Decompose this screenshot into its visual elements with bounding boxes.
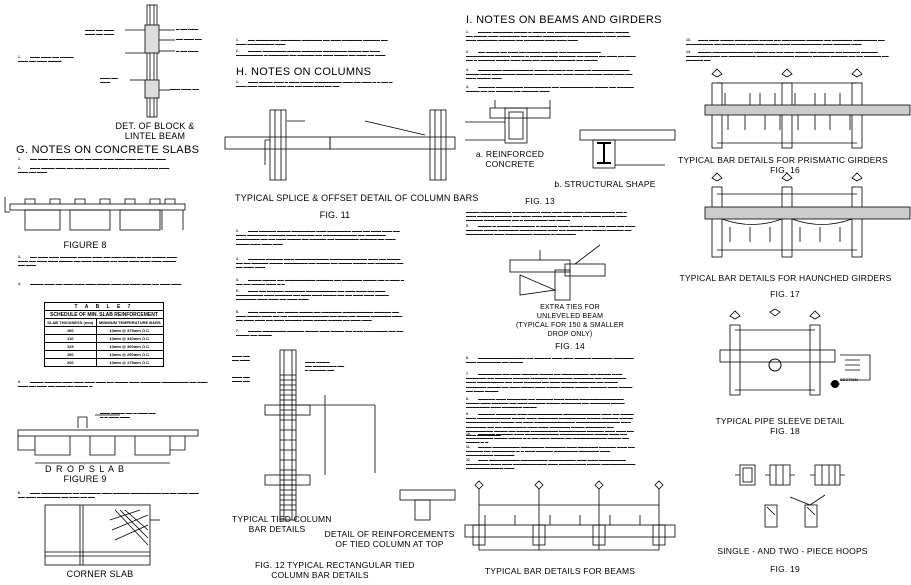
note-number: 9.: [466, 412, 469, 416]
drop-slab-drawing: [17, 414, 199, 464]
fig13a-caption-line1: a. REINFORCED: [475, 149, 545, 159]
beams-bar-detail-drawing: [464, 480, 676, 551]
note-number: 1.: [18, 55, 21, 59]
note-number: 5.: [18, 380, 21, 384]
table-cell: 150: [44, 350, 97, 359]
table-row: 110 10mm @ 340mm O.C.: [44, 334, 165, 343]
corner-slab-drawing: [44, 504, 160, 566]
section-i-heading: I. NOTES ON BEAMS AND GIRDERS: [466, 14, 662, 26]
table-row: 200 10mm @ 175mm O.C.: [44, 358, 165, 367]
table-subtitle: SCHEDULE OF MIN. SLAB REINFORCEMENT: [44, 310, 164, 319]
table-row: 125 10mm @ 300mm O.C.: [44, 342, 165, 351]
note-number: 4.: [236, 278, 239, 282]
note-number: 7.: [466, 372, 469, 376]
table-cell: 110: [44, 334, 97, 343]
fig14-caption-line1: EXTRA TIES FOR: [540, 304, 600, 311]
fig16-prismatic-girder-drawing: [704, 68, 911, 149]
tied-top-caption-line2: OF TIED COLUMN AT TOP: [335, 539, 444, 549]
fig14-extra-ties-drawing: [509, 244, 606, 301]
fig19-label: FIG. 19: [770, 564, 800, 574]
fig14-caption-line4: DROP ONLY): [547, 331, 593, 338]
note-number: 8.: [466, 397, 469, 401]
table-cell: 10mm @ 175mm O.C.: [95, 358, 165, 367]
table-row: 150 10mm @ 250mm O.C.: [44, 350, 165, 359]
fig16-caption: TYPICAL BAR DETAILS FOR PRISMATIC GIRDER…: [678, 155, 888, 165]
note-number: 1.: [236, 80, 239, 84]
fig13a-reinforced-concrete-drawing: [465, 100, 551, 144]
fig11-splice-drawing: [224, 109, 456, 181]
table-7: T A B L E 7 SCHEDULE OF MIN. SLAB REINFO…: [44, 302, 165, 367]
table-cell: 125: [44, 342, 97, 351]
note-number: 1.: [18, 157, 21, 161]
fig13b-structural-shape-drawing: [579, 129, 676, 169]
table-cell: 100: [44, 326, 97, 335]
table-title: T A B L E 7: [44, 302, 164, 311]
table-row: 100 10mm @ 375mm O.C.: [44, 326, 165, 335]
note-number: 7.: [236, 329, 239, 333]
note-number: 3.: [466, 68, 469, 72]
note-number: 6.: [18, 491, 21, 495]
table-cell: 200: [44, 358, 97, 367]
table-cell: 10mm @ 300mm O.C.: [95, 342, 165, 351]
fig14-caption-line3: (TYPICAL FOR 150 & SMALLER: [515, 322, 625, 329]
note-number: 13.: [686, 38, 691, 42]
block-lintel-caption-line1: DET. OF BLOCK &: [115, 121, 195, 131]
note-number: 4.: [466, 85, 469, 89]
fig19-hoops-drawing: [735, 464, 845, 528]
note-number: 14.: [686, 50, 691, 54]
fig17-haunched-girder-drawing: [704, 172, 911, 258]
note-number: 12.: [466, 458, 471, 462]
note-number: 4.: [18, 282, 21, 286]
fig14-caption-line2: UNLEVELED BEAM: [536, 313, 604, 320]
fig12-caption-line1: FIG. 12 TYPICAL RECTANGULAR TIED: [255, 560, 415, 570]
tied-column-caption-line2: BAR DETAILS: [248, 524, 306, 534]
figure9-caption: FIGURE 9: [63, 474, 107, 484]
note-number: 11.: [466, 445, 471, 449]
note-number: 1.: [466, 30, 469, 34]
tied-top-caption-line1: DETAIL OF REINFORCEMENTS: [324, 529, 455, 539]
fig13a-caption-line2: CONCRETE: [485, 159, 535, 169]
tied-column-caption-line1: TYPICAL TIED COLUMN: [232, 514, 332, 524]
drop-slab-caption: D R O P S L A B: [44, 464, 126, 474]
note-number: 10.: [466, 432, 471, 436]
fig13b-caption: b. STRUCTURAL SHAPE: [554, 179, 656, 189]
table-cell: 10mm @ 340mm O.C.: [95, 334, 165, 343]
note-number: 6.: [236, 310, 239, 314]
fig14-label: FIG. 14: [555, 341, 585, 351]
fig17-caption: TYPICAL BAR DETAILS FOR HAUNCHED GIRDERS: [679, 273, 892, 283]
note-number: 3.: [236, 257, 239, 261]
fig11-label: FIG. 11: [319, 210, 351, 220]
beams-caption: TYPICAL BAR DETAILS FOR BEAMS: [484, 566, 636, 576]
note-number: 6.: [466, 356, 469, 360]
fig18-pipe-sleeve-drawing: [719, 308, 871, 396]
note-number: 2.: [466, 50, 469, 54]
fig12-caption-line2: COLUMN BAR DETAILS: [271, 570, 369, 580]
note-number: 3.: [18, 255, 21, 259]
fig18-label: FIG. 18: [770, 426, 800, 436]
note-number: 2.: [236, 229, 239, 233]
note-number: 2.: [18, 166, 21, 170]
figure8-caption: FIGURE 8: [63, 240, 107, 250]
note-number: 2.: [236, 49, 239, 53]
note-number: 5.: [466, 224, 469, 228]
table-col-header: SLAB THICKNESS (mm): [44, 318, 97, 327]
figure8-slab-drawing: [4, 197, 186, 231]
fig19-caption: SINGLE - AND TWO - PIECE HOOPS: [717, 546, 868, 556]
table-cell: 10mm @ 375mm O.C.: [95, 326, 165, 335]
fig17-label: FIG. 17: [770, 289, 800, 299]
section-label: SECTION: [840, 377, 858, 382]
fig13-label: FIG. 13: [525, 196, 555, 206]
fig18-caption: TYPICAL PIPE SLEEVE DETAIL: [715, 416, 845, 426]
table-cell: 10mm @ 250mm O.C.: [95, 350, 165, 359]
section-h-heading: H. NOTES ON COLUMNS: [236, 66, 372, 78]
note-number: 1.: [236, 38, 239, 42]
section-g-heading: G. NOTES ON CONCRETE SLABS: [16, 144, 200, 156]
corner-slab-caption: CORNER SLAB: [66, 569, 134, 579]
fig11-caption: TYPICAL SPLICE & OFFSET DETAIL OF COLUMN…: [235, 193, 479, 203]
note-number: 5.: [236, 289, 239, 293]
block-lintel-caption-line2: LINTEL BEAM: [124, 131, 186, 141]
table-col-header: MINIMUM TEMPERATURE BARS: [95, 318, 165, 327]
